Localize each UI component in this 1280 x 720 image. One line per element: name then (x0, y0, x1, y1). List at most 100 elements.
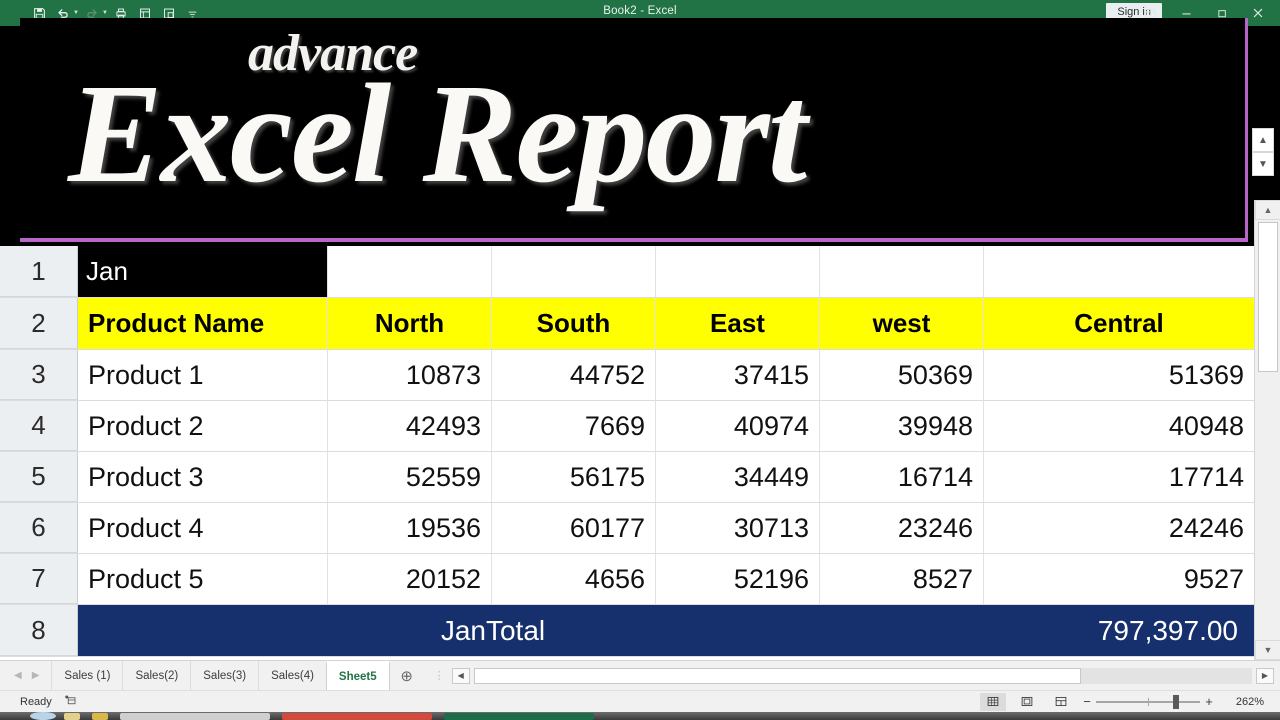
cell-north[interactable]: 52559 (328, 452, 492, 502)
sheet-tab-sheet5[interactable]: Sheet5 (325, 660, 390, 691)
vertical-scrollbar[interactable]: ▲ ▼ (1254, 200, 1280, 660)
cell-blank[interactable] (656, 246, 820, 297)
cell-blank[interactable] (984, 246, 1254, 297)
cell-north[interactable]: 19536 (328, 503, 492, 553)
cell-central[interactable]: 40948 (984, 401, 1254, 451)
cell-west[interactable]: 16714 (820, 452, 984, 502)
table-row[interactable]: 6 Product 4 19536 60177 30713 23246 2424… (0, 503, 1254, 554)
cell-blank[interactable] (328, 246, 492, 297)
scroll-down-icon[interactable]: ▼ (1255, 640, 1280, 660)
scroll-up-icon[interactable]: ▲ (1255, 200, 1280, 220)
column-header-north[interactable]: North (328, 298, 492, 349)
chevron-down-icon[interactable]: ▼ (1252, 152, 1274, 176)
cell-month-label[interactable]: Jan (78, 246, 328, 297)
taskbar-icon-explorer[interactable] (64, 712, 80, 720)
scroll-right-icon[interactable]: ▶ (1256, 667, 1274, 684)
column-header-west[interactable]: west (820, 298, 984, 349)
table-total-row[interactable]: 8 JanTotal 797,397.00 (0, 605, 1254, 657)
cell-blank[interactable] (820, 246, 984, 297)
table-row[interactable]: 7 Product 5 20152 4656 52196 8527 9527 (0, 554, 1254, 605)
cell-north[interactable]: 42493 (328, 401, 492, 451)
start-button[interactable] (30, 712, 56, 720)
row-header[interactable]: 8 (0, 605, 78, 656)
horizontal-scrollbar-track[interactable] (473, 667, 1252, 684)
table-row[interactable]: 1 Jan (0, 246, 1254, 298)
zoom-slider-track[interactable] (1096, 694, 1200, 709)
row-header[interactable]: 6 (0, 503, 78, 553)
cell-central[interactable]: 17714 (984, 452, 1254, 502)
row-header[interactable]: 2 (0, 298, 78, 349)
sheet-nav-arrows: ◀ ▶ (0, 670, 51, 681)
cell-product-name[interactable]: Product 2 (78, 401, 328, 451)
cell-product-name[interactable]: Product 4 (78, 503, 328, 553)
cell-west[interactable]: 23246 (820, 503, 984, 553)
cell-south[interactable]: 4656 (492, 554, 656, 604)
row-header[interactable]: 5 (0, 452, 78, 502)
sheet-tab-sales-3[interactable]: Sales(3) (190, 660, 259, 691)
taskbar-item-window[interactable] (120, 712, 270, 720)
column-header-east[interactable]: East (656, 298, 820, 349)
horizontal-scrollbar[interactable]: ◀ ▶ (446, 667, 1280, 684)
cell-total-value[interactable]: 797,397.00 (908, 605, 1254, 656)
sheet-tab-sales-2[interactable]: Sales(2) (122, 660, 191, 691)
taskbar-item-excel[interactable] (444, 712, 594, 720)
cell-total-label[interactable]: JanTotal (78, 605, 908, 656)
cell-west[interactable]: 8527 (820, 554, 984, 604)
zoom-slider[interactable]: − + (1082, 694, 1214, 709)
vertical-scrollbar-thumb[interactable] (1258, 222, 1278, 372)
cell-central[interactable]: 24246 (984, 503, 1254, 553)
cell-south[interactable]: 60177 (492, 503, 656, 553)
column-header-central[interactable]: Central (984, 298, 1254, 349)
taskbar-item-recorder[interactable] (282, 712, 432, 720)
cell-product-name[interactable]: Product 3 (78, 452, 328, 502)
cell-south[interactable]: 56175 (492, 452, 656, 502)
chevron-left-icon[interactable]: ◀ (14, 670, 22, 681)
page-break-preview-icon[interactable] (1048, 693, 1074, 711)
chevron-right-icon[interactable]: ▶ (32, 670, 40, 681)
row-header[interactable]: 7 (0, 554, 78, 604)
cell-east[interactable]: 34449 (656, 452, 820, 502)
column-header-product-name[interactable]: Product Name (78, 298, 328, 349)
record-macro-icon[interactable] (64, 694, 77, 709)
cell-product-name[interactable]: Product 5 (78, 554, 328, 604)
cell-north[interactable]: 10873 (328, 350, 492, 400)
undo-dropdown-icon[interactable]: ▼ (73, 10, 79, 16)
cell-west[interactable]: 50369 (820, 350, 984, 400)
cell-blank[interactable] (492, 246, 656, 297)
cell-east[interactable]: 40974 (656, 401, 820, 451)
cell-product-name[interactable]: Product 1 (78, 350, 328, 400)
table-row[interactable]: 3 Product 1 10873 44752 37415 50369 5136… (0, 350, 1254, 401)
zoom-level-label[interactable]: 262% (1222, 696, 1264, 708)
redo-dropdown-icon[interactable]: ▼ (102, 10, 108, 16)
cell-south[interactable]: 44752 (492, 350, 656, 400)
cell-central[interactable]: 51369 (984, 350, 1254, 400)
add-sheet-button[interactable]: ⊕ (390, 667, 424, 685)
cell-south[interactable]: 7669 (492, 401, 656, 451)
row-header[interactable]: 4 (0, 401, 78, 451)
cell-east[interactable]: 52196 (656, 554, 820, 604)
cell-east[interactable]: 37415 (656, 350, 820, 400)
worksheet-grid[interactable]: 1 Jan 2 Product Name North South East we… (0, 246, 1254, 660)
chevron-up-icon[interactable]: ▲ (1252, 128, 1274, 152)
cell-west[interactable]: 39948 (820, 401, 984, 451)
row-header[interactable]: 1 (0, 246, 78, 297)
column-header-south[interactable]: South (492, 298, 656, 349)
sheet-tab-sales-4[interactable]: Sales(4) (258, 660, 326, 691)
cell-north[interactable]: 20152 (328, 554, 492, 604)
cell-central[interactable]: 9527 (984, 554, 1254, 604)
page-layout-view-icon[interactable] (1014, 693, 1040, 711)
taskbar-icon-folder[interactable] (92, 712, 108, 720)
table-header-row[interactable]: 2 Product Name North South East west Cen… (0, 298, 1254, 350)
zoom-in-button[interactable]: + (1204, 694, 1214, 709)
scroll-left-icon[interactable]: ◀ (451, 667, 470, 684)
table-row[interactable]: 5 Product 3 52559 56175 34449 16714 1771… (0, 452, 1254, 503)
normal-view-icon[interactable] (980, 692, 1006, 711)
cell-east[interactable]: 30713 (656, 503, 820, 553)
table-row[interactable]: 4 Product 2 42493 7669 40974 39948 40948 (0, 401, 1254, 452)
zoom-out-button[interactable]: − (1082, 694, 1092, 709)
row-header[interactable]: 3 (0, 350, 78, 400)
tab-split-handle[interactable]: ⋮ (434, 669, 446, 682)
horizontal-scrollbar-thumb[interactable] (473, 667, 1081, 684)
sheet-tab-sales-1[interactable]: Sales (1) (51, 660, 123, 691)
zoom-slider-thumb[interactable] (1172, 694, 1179, 709)
